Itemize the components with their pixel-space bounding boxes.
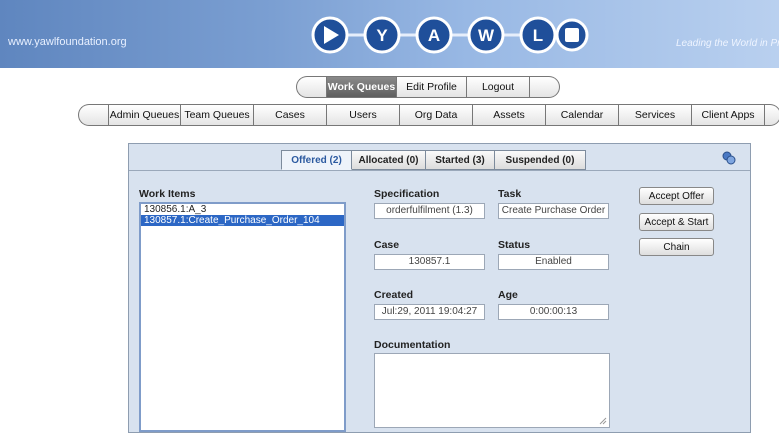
created-field: Jul:29, 2011 19:04:27	[374, 304, 485, 320]
logo-letter-w: W	[467, 16, 505, 54]
status-field: Enabled	[498, 254, 609, 270]
play-icon	[311, 16, 349, 54]
refresh-icon[interactable]	[722, 151, 736, 165]
nav-assets[interactable]: Assets	[473, 104, 546, 126]
age-field: 0:00:00:13	[498, 304, 609, 320]
header-banner: www.yawlfoundation.org Y A W L Leading t…	[0, 0, 779, 68]
queue-tabs: Offered (2) Allocated (0) Started (3) Su…	[281, 150, 586, 170]
specification-field: orderfulfilment (1.3)	[374, 203, 485, 219]
tab-offered[interactable]: Offered (2)	[281, 150, 352, 170]
task-label: Task	[498, 188, 522, 200]
status-label: Status	[498, 239, 531, 251]
secondary-nav: Admin Queues Team Queues Cases Users Org…	[78, 104, 779, 126]
tab-started[interactable]: Started (3)	[426, 150, 495, 170]
nav-logout[interactable]: Logout	[467, 76, 530, 98]
resize-grip-icon[interactable]	[599, 417, 607, 425]
documentation-label: Documentation	[374, 339, 451, 351]
nav-cap-left	[296, 76, 326, 98]
nav-cap-right	[530, 76, 560, 98]
logo-letter-y: Y	[363, 16, 401, 54]
secnav-cap-right	[765, 104, 779, 126]
tab-allocated[interactable]: Allocated (0)	[352, 150, 426, 170]
chain-button[interactable]: Chain	[639, 238, 714, 256]
tab-divider	[129, 170, 750, 171]
nav-services[interactable]: Services	[619, 104, 692, 126]
accept-start-button[interactable]: Accept & Start	[639, 213, 714, 231]
documentation-textarea[interactable]	[374, 353, 610, 428]
tab-suspended[interactable]: Suspended (0)	[495, 150, 586, 170]
tagline: Leading the World in Pro	[676, 38, 779, 49]
nav-calendar[interactable]: Calendar	[546, 104, 619, 126]
work-items-label: Work Items	[139, 188, 196, 200]
svg-text:A: A	[428, 26, 440, 45]
nav-cases[interactable]: Cases	[254, 104, 327, 126]
specification-label: Specification	[374, 188, 440, 200]
nav-work-queues[interactable]: Work Queues	[326, 76, 397, 98]
site-url[interactable]: www.yawlfoundation.org	[8, 36, 127, 48]
logo-letter-l: L	[519, 16, 557, 54]
task-field: Create Purchase Order	[498, 203, 609, 219]
created-label: Created	[374, 289, 414, 301]
list-item[interactable]: 130856.1:A_3	[141, 204, 344, 215]
accept-offer-button[interactable]: Accept Offer	[639, 187, 714, 205]
nav-client-apps[interactable]: Client Apps	[692, 104, 765, 126]
top-nav: Work Queues Edit Profile Logout	[296, 76, 560, 98]
case-label: Case	[374, 239, 400, 251]
stop-icon	[555, 18, 589, 52]
list-item[interactable]: 130857.1:Create_Purchase_Order_104	[141, 215, 344, 226]
nav-edit-profile[interactable]: Edit Profile	[397, 76, 467, 98]
nav-admin-queues[interactable]: Admin Queues	[108, 104, 181, 126]
work-queue-panel: Offered (2) Allocated (0) Started (3) Su…	[128, 143, 751, 433]
svg-text:W: W	[478, 26, 495, 45]
secnav-cap-left	[78, 104, 108, 126]
svg-text:L: L	[533, 26, 543, 45]
case-field: 130857.1	[374, 254, 485, 270]
nav-org-data[interactable]: Org Data	[400, 104, 473, 126]
logo-letter-a: A	[415, 16, 453, 54]
nav-users[interactable]: Users	[327, 104, 400, 126]
work-items-list[interactable]: 130856.1:A_3 130857.1:Create_Purchase_Or…	[139, 202, 346, 432]
svg-text:Y: Y	[376, 26, 388, 45]
age-label: Age	[498, 289, 518, 301]
yawl-logo: Y A W L	[311, 16, 589, 54]
nav-team-queues[interactable]: Team Queues	[181, 104, 254, 126]
